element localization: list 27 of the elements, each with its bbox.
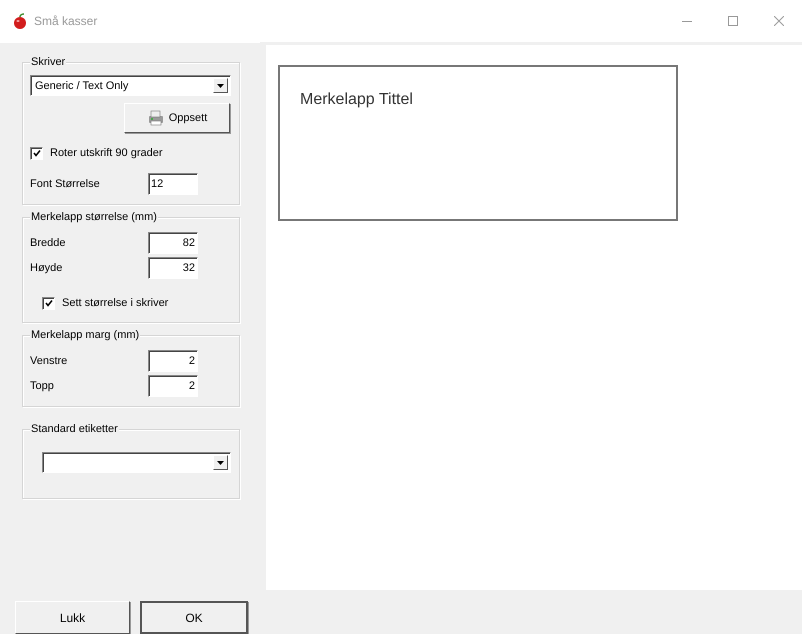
field-label: Bredde (30, 236, 66, 248)
input-field[interactable]: 12 (148, 172, 198, 194)
field-label: Venstre (30, 354, 68, 366)
close-icon[interactable] (774, 16, 784, 26)
input-field[interactable]: 2 (148, 374, 198, 396)
printer-icon (146, 109, 165, 127)
field-label: Font Størrelse (30, 178, 101, 190)
label-title: Merkelapp Tittel (300, 91, 413, 108)
group-title: Merkelapp marg (mm) (30, 329, 140, 342)
input-field[interactable]: 32 (148, 256, 198, 278)
checkmark-icon (44, 298, 54, 308)
setup-button[interactable]: Oppsett (124, 103, 230, 133)
group-title: Merkelapp størrelse (mm) (30, 211, 158, 224)
checkbox[interactable]: Sett størrelse i skriver (42, 292, 231, 314)
dialog-button[interactable]: OK (140, 601, 248, 634)
window-title: Små kasser (34, 14, 98, 28)
dropdown[interactable]: Generic / Text Only (30, 75, 231, 96)
maximize-icon[interactable] (728, 16, 738, 26)
field-label: Høyde (30, 262, 64, 274)
input-field[interactable]: 2 (148, 350, 198, 372)
checkmark-icon (32, 148, 42, 158)
field-label: Topp (30, 380, 55, 392)
dropdown[interactable] (42, 452, 231, 473)
dialog-button[interactable]: Lukk (15, 601, 130, 634)
app-icon (12, 13, 28, 29)
input-field[interactable]: 82 (148, 232, 198, 254)
checkbox[interactable]: Roter utskrift 90 grader (30, 142, 231, 164)
